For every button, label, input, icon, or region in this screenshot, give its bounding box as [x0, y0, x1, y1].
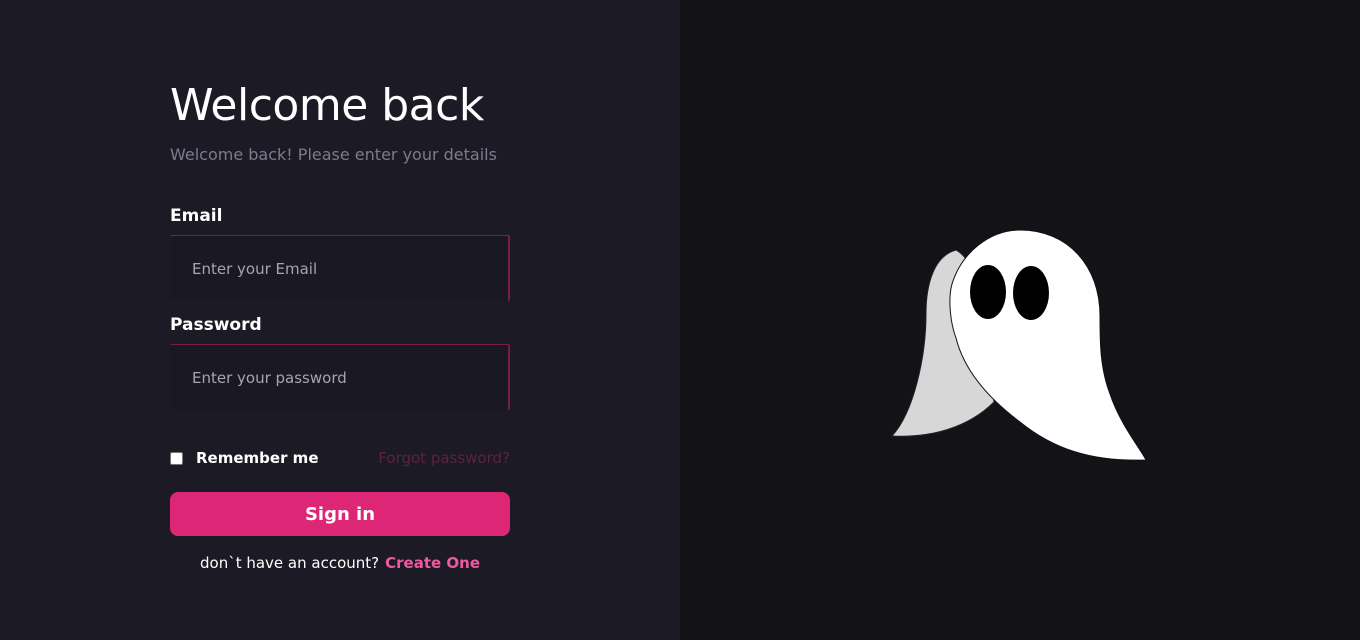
signup-prompt: don`t have an account? Create One [170, 554, 510, 572]
remember-me-checkbox[interactable] [170, 451, 183, 465]
email-field[interactable] [170, 235, 510, 301]
ghost-illustration [890, 229, 1147, 461]
password-field-wrapper [170, 344, 510, 410]
create-account-link[interactable]: Create One [385, 554, 480, 572]
forgot-password-link[interactable]: Forgot password? [378, 449, 510, 467]
ghost-right-eye [1013, 266, 1049, 320]
illustration-panel [680, 0, 1360, 640]
remember-me[interactable]: Remember me [170, 449, 319, 467]
email-label: Email [170, 206, 223, 226]
page-subtitle: Welcome back! Please enter your details [170, 145, 497, 164]
password-field[interactable] [170, 344, 510, 410]
email-field-wrapper [170, 235, 510, 301]
remember-me-label: Remember me [196, 449, 319, 467]
login-form: Welcome back Welcome back! Please enter … [170, 78, 510, 572]
page-title: Welcome back [170, 80, 484, 131]
ghost-left-eye [970, 265, 1006, 319]
password-label: Password [170, 315, 262, 335]
sign-in-button[interactable]: Sign in [170, 492, 510, 536]
ghost-body-shape [949, 229, 1147, 461]
login-panel: Welcome back Welcome back! Please enter … [0, 0, 680, 640]
options-row: Remember me Forgot password? [170, 448, 510, 468]
no-account-text: don`t have an account? [200, 554, 380, 572]
